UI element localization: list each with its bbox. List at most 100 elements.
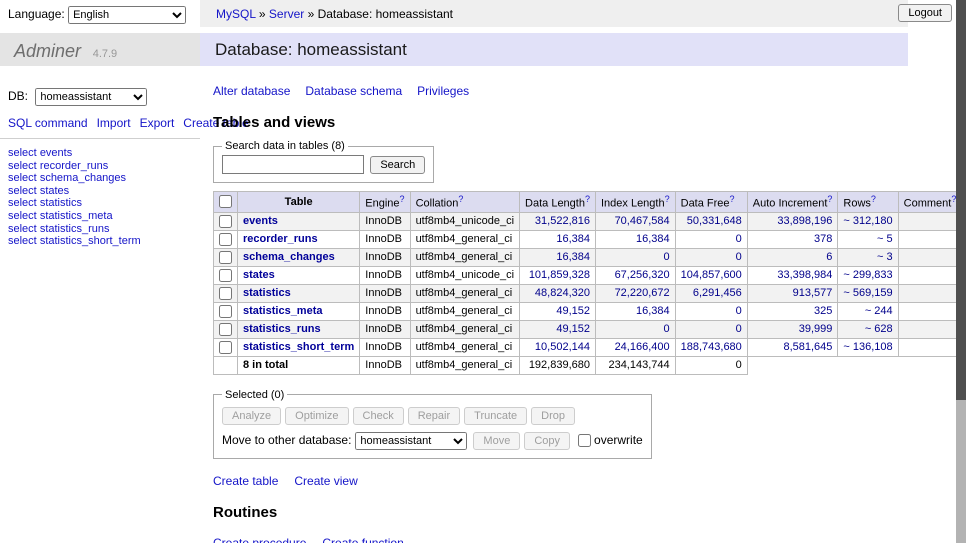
- create-procedure-link[interactable]: Create procedure: [213, 536, 306, 543]
- sidebar-link-import[interactable]: Import: [97, 116, 131, 130]
- row-checkbox-statistics[interactable]: [219, 287, 232, 300]
- privileges-link[interactable]: Privileges: [417, 84, 469, 98]
- sidebar-select-link-statistics_meta[interactable]: select: [8, 210, 37, 222]
- language-select[interactable]: English: [68, 6, 186, 24]
- table-row-recorder_runs: recorder_runsInnoDButf8mb4_general_ci16,…: [214, 230, 962, 248]
- cell-data-length: 101,859,328: [520, 266, 596, 284]
- sidebar-table-link-states[interactable]: states: [40, 185, 69, 197]
- search-input[interactable]: [222, 155, 364, 174]
- column-header-index-length[interactable]: Index Length?: [595, 192, 675, 213]
- help-icon[interactable]: ?: [585, 194, 590, 204]
- breadcrumb-server[interactable]: Server: [269, 7, 304, 21]
- logout-button[interactable]: Logout: [898, 4, 952, 22]
- row-checkbox-statistics_meta[interactable]: [219, 305, 232, 318]
- table-link-schema_changes[interactable]: schema_changes: [243, 251, 335, 263]
- main-body: Alter databaseDatabase schemaPrivileges …: [200, 84, 908, 543]
- sidebar-select-link-statistics[interactable]: select: [8, 197, 37, 209]
- row-checkbox-statistics_runs[interactable]: [219, 323, 232, 336]
- cell-data-length: 48,824,320: [520, 284, 596, 302]
- sidebar-select-link-recorder_runs[interactable]: select: [8, 160, 37, 172]
- column-header-auto-increment[interactable]: Auto Increment?: [747, 192, 838, 213]
- sidebar-table-link-statistics_meta[interactable]: statistics_meta: [40, 210, 113, 222]
- db-select[interactable]: homeassistant: [35, 88, 147, 106]
- column-header-data-free[interactable]: Data Free?: [675, 192, 747, 213]
- column-header-collation[interactable]: Collation?: [410, 192, 519, 213]
- sidebar-table-link-statistics_short_term[interactable]: statistics_short_term: [40, 235, 141, 247]
- sidebar-select-link-statistics_short_term[interactable]: select: [8, 235, 37, 247]
- search-button[interactable]: Search: [370, 156, 425, 174]
- cell-data-length: 31,522,816: [520, 212, 596, 230]
- sidebar-select-link-states[interactable]: select: [8, 185, 37, 197]
- help-icon[interactable]: ?: [400, 194, 405, 204]
- create-table-link[interactable]: Create table: [213, 474, 278, 488]
- table-link-recorder_runs[interactable]: recorder_runs: [243, 233, 318, 245]
- sidebar-select-link-schema_changes[interactable]: select: [8, 172, 37, 184]
- breadcrumb-database-homeassistant: Database: homeassistant: [318, 7, 453, 21]
- sidebar-table-link-statistics[interactable]: statistics: [40, 197, 82, 209]
- cell-comment: [898, 230, 962, 248]
- help-icon[interactable]: ?: [871, 194, 876, 204]
- optimize-button[interactable]: Optimize: [285, 407, 348, 425]
- cell-rows[interactable]: ~ 628: [838, 320, 898, 338]
- analyze-button[interactable]: Analyze: [222, 407, 281, 425]
- row-checkbox-events[interactable]: [219, 215, 232, 228]
- table-link-statistics_short_term[interactable]: statistics_short_term: [243, 341, 354, 353]
- vertical-scrollbar[interactable]: [956, 0, 966, 543]
- sidebar-link-sql-command[interactable]: SQL command: [8, 116, 88, 130]
- sidebar-table-link-statistics_runs[interactable]: statistics_runs: [40, 223, 110, 235]
- cell-rows[interactable]: ~ 136,108: [838, 338, 898, 356]
- cell-rows[interactable]: ~ 5: [838, 230, 898, 248]
- move-db-select[interactable]: homeassistant: [355, 432, 467, 450]
- help-icon[interactable]: ?: [827, 194, 832, 204]
- cell-index-length: 70,467,584: [595, 212, 675, 230]
- cell-rows[interactable]: ~ 244: [838, 302, 898, 320]
- breadcrumb-mysql[interactable]: MySQL: [216, 7, 256, 21]
- create-view-link[interactable]: Create view: [294, 474, 357, 488]
- row-checkbox-recorder_runs[interactable]: [219, 233, 232, 246]
- select-all-checkbox[interactable]: [219, 195, 232, 208]
- cell-index-length: 24,166,400: [595, 338, 675, 356]
- table-link-statistics_runs[interactable]: statistics_runs: [243, 323, 321, 335]
- column-header-comment[interactable]: Comment?: [898, 192, 962, 213]
- tables-heading: Tables and views: [213, 114, 908, 131]
- help-icon[interactable]: ?: [458, 194, 463, 204]
- help-icon[interactable]: ?: [665, 194, 670, 204]
- cell-rows[interactable]: ~ 569,159: [838, 284, 898, 302]
- column-header-engine[interactable]: Engine?: [360, 192, 410, 213]
- database-schema-link[interactable]: Database schema: [305, 84, 402, 98]
- table-row-states: statesInnoDButf8mb4_unicode_ci101,859,32…: [214, 266, 962, 284]
- scrollbar-thumb[interactable]: [956, 0, 966, 400]
- overwrite-checkbox[interactable]: [578, 434, 591, 447]
- table-link-states[interactable]: states: [243, 269, 275, 281]
- column-header-data-length[interactable]: Data Length?: [520, 192, 596, 213]
- sidebar-select-link-statistics_runs[interactable]: select: [8, 223, 37, 235]
- cell-rows[interactable]: ~ 299,833: [838, 266, 898, 284]
- cell-rows[interactable]: ~ 312,180: [838, 212, 898, 230]
- cell-rows[interactable]: ~ 3: [838, 248, 898, 266]
- row-checkbox-statistics_short_term[interactable]: [219, 341, 232, 354]
- alter-database-link[interactable]: Alter database: [213, 84, 290, 98]
- sidebar-table-link-events[interactable]: events: [40, 147, 72, 159]
- table-link-statistics_meta[interactable]: statistics_meta: [243, 305, 323, 317]
- help-icon[interactable]: ?: [730, 194, 735, 204]
- copy-button[interactable]: Copy: [524, 432, 570, 450]
- create-function-link[interactable]: Create function: [322, 536, 403, 543]
- row-checkbox-schema_changes[interactable]: [219, 251, 232, 264]
- row-checkbox-states[interactable]: [219, 269, 232, 282]
- sidebar-link-export[interactable]: Export: [140, 116, 175, 130]
- repair-button[interactable]: Repair: [408, 407, 460, 425]
- column-header-rows[interactable]: Rows?: [838, 192, 898, 213]
- table-link-events[interactable]: events: [243, 215, 278, 227]
- sidebar-select-link-events[interactable]: select: [8, 147, 37, 159]
- routines-links: Create procedure Create function: [213, 536, 908, 543]
- sidebar-table-link-recorder_runs[interactable]: recorder_runs: [40, 160, 108, 172]
- check-button[interactable]: Check: [353, 407, 404, 425]
- db-links: Alter database Database schema Privileges: [213, 84, 908, 98]
- table-link-statistics[interactable]: statistics: [243, 287, 291, 299]
- move-button[interactable]: Move: [473, 432, 520, 450]
- drop-button[interactable]: Drop: [531, 407, 575, 425]
- sidebar-table-link-schema_changes[interactable]: schema_changes: [40, 172, 126, 184]
- truncate-button[interactable]: Truncate: [464, 407, 527, 425]
- sidebar-table-item: select schema_changes: [8, 172, 200, 185]
- sidebar-table-item: select statistics_short_term: [8, 235, 200, 248]
